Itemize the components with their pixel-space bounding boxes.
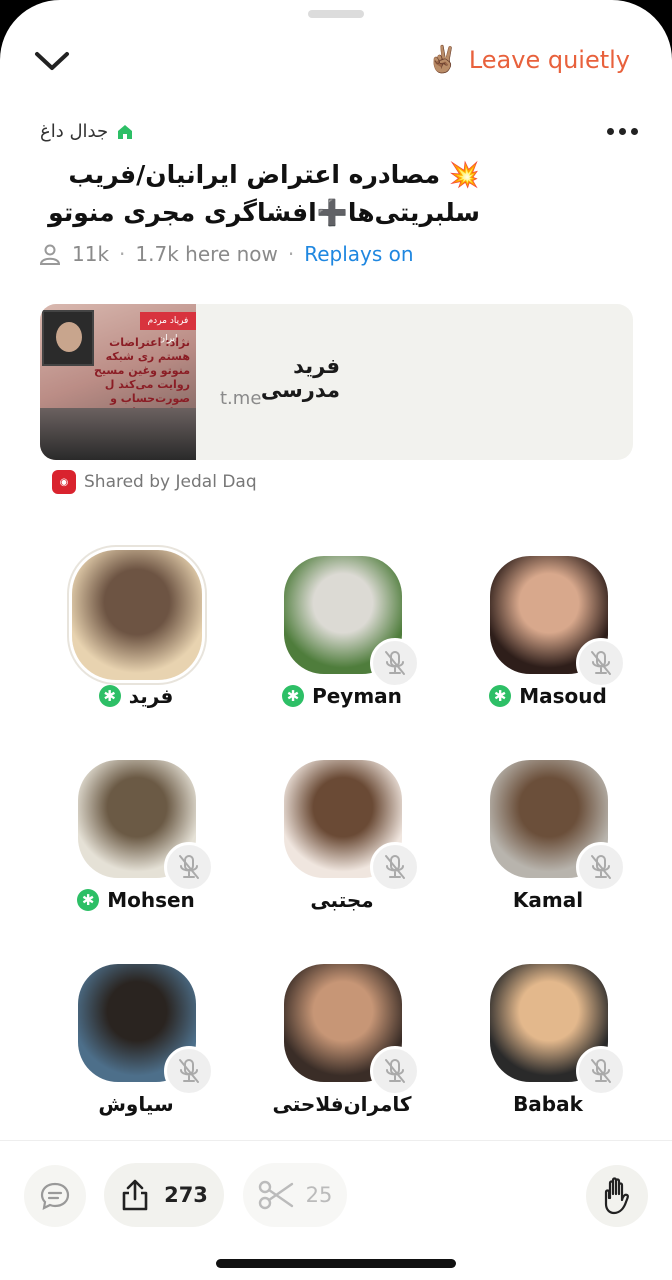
speaker-tile[interactable]: سیاوش (36, 964, 236, 1164)
here-now-count: 1.7k here now (135, 242, 278, 266)
room-sheet: ✌🏽 Leave quietly جدال داغ 💥 مصادره اعترا… (0, 0, 672, 1280)
speaker-tile[interactable]: کامران‌فلاحتی (242, 964, 442, 1164)
speaker-name-row: ✱ Mohsen (36, 888, 236, 912)
speaker-tile[interactable]: ✱ Mohsen (36, 760, 236, 960)
share-button[interactable]: 273 (104, 1163, 224, 1227)
speaker-name: سیاوش (98, 1092, 174, 1116)
mic-off-icon (576, 842, 626, 892)
more-dots-icon[interactable] (607, 128, 638, 135)
speaker-tile[interactable]: ✱ Peyman (242, 556, 442, 756)
person-icon (39, 244, 61, 265)
home-indicator[interactable] (216, 1259, 456, 1268)
speaker-name: Peyman (312, 684, 402, 708)
speaker-name-row: ✱ Peyman (242, 684, 442, 708)
mic-off-icon (370, 638, 420, 688)
thumbnail-video-frame (42, 310, 94, 366)
speaker-name-row: Babak (448, 1092, 648, 1116)
speaker-name-row: مجتبی (242, 888, 442, 912)
speaker-tile[interactable]: Babak (448, 964, 648, 1164)
club-name: جدال داغ (40, 121, 109, 142)
sheet-grabber[interactable] (308, 10, 364, 18)
leave-quietly-button[interactable]: ✌🏽 Leave quietly (426, 42, 630, 78)
speaker-name: Kamal (512, 888, 584, 912)
speaker-name-row: ✱ Masoud (448, 684, 648, 708)
speaker-name-row: ✱ فرید (36, 684, 236, 708)
room-title-line2: سلبریتی‌ها➕افشاگری مجری منوتو (48, 198, 480, 227)
moderator-star-icon: ✱ (282, 685, 305, 707)
clip-button[interactable]: 25 (243, 1163, 347, 1227)
chat-button[interactable] (24, 1165, 86, 1227)
mic-off-icon (370, 842, 420, 892)
room-title: 💥 مصادره اعتراض ایرانیان/فریب سلبریتی‌ها… (40, 156, 480, 232)
link-thumbnail: فریاد مردم ایران نژاد: اعتراضات هستم ری … (40, 304, 196, 460)
separator-dot: · (119, 242, 126, 266)
moderator-star-icon: ✱ (98, 685, 121, 707)
listener-count: 11k (72, 242, 110, 266)
speaker-tile[interactable]: ✱ فرید (36, 550, 236, 756)
link-domain: t.me (220, 388, 262, 409)
moderator-star-icon: ✱ (77, 889, 100, 911)
avatar[interactable] (72, 550, 202, 680)
mic-off-icon (164, 1046, 214, 1096)
shared-by: ◉ Shared by Jedal Daq (52, 470, 257, 494)
moderator-star-icon: ✱ (489, 685, 512, 707)
speaker-tile[interactable]: مجتبی (242, 760, 442, 960)
share-count: 273 (164, 1183, 208, 1207)
scissors-icon (258, 1180, 293, 1210)
mic-off-icon (370, 1046, 420, 1096)
speaker-name: Babak (513, 1092, 583, 1116)
speaker-name: کامران‌فلاحتی (272, 1092, 412, 1116)
speaker-name: Mohsen (107, 888, 195, 912)
separator-dot: · (287, 242, 295, 266)
replays-status[interactable]: Replays on (304, 242, 413, 266)
mic-off-icon (576, 638, 626, 688)
chat-icon (40, 1182, 70, 1210)
speaker-tile[interactable]: Kamal (448, 760, 648, 960)
speaker-name-row: سیاوش (36, 1092, 236, 1116)
speaker-name: مجتبی (310, 888, 374, 912)
thumbnail-fists-image (40, 408, 196, 460)
chevron-down-icon[interactable] (30, 42, 74, 82)
room-title-line1: 💥 مصادره اعتراض ایرانیان/فریب (68, 160, 480, 189)
raise-hand-icon (604, 1177, 629, 1215)
speaker-tile[interactable]: ✱ Masoud (448, 556, 648, 756)
peace-hand-icon: ✌🏽 (426, 45, 459, 75)
speaker-name: فرید (128, 684, 174, 708)
pinned-link-card[interactable]: فریاد مردم ایران نژاد: اعتراضات هستم ری … (40, 304, 633, 460)
thumbnail-badge: فریاد مردم ایران (140, 312, 196, 344)
leave-quietly-label: Leave quietly (468, 46, 630, 74)
room-stats: 11k · 1.7k here now · Replays on (38, 242, 414, 266)
speaker-name-row: کامران‌فلاحتی (242, 1092, 442, 1116)
clip-count: 25 (305, 1183, 333, 1207)
speaker-name-row: Kamal (448, 888, 648, 912)
club-link[interactable]: جدال داغ (40, 121, 134, 142)
club-logo-icon: ◉ (52, 470, 76, 494)
house-icon (118, 124, 133, 139)
raise-hand-button[interactable] (586, 1165, 648, 1227)
mic-off-icon (164, 842, 214, 892)
speaker-name: Masoud (519, 684, 607, 708)
share-icon (122, 1179, 148, 1211)
shared-by-label: Shared by Jedal Daq (84, 472, 257, 492)
mic-off-icon (576, 1046, 626, 1096)
